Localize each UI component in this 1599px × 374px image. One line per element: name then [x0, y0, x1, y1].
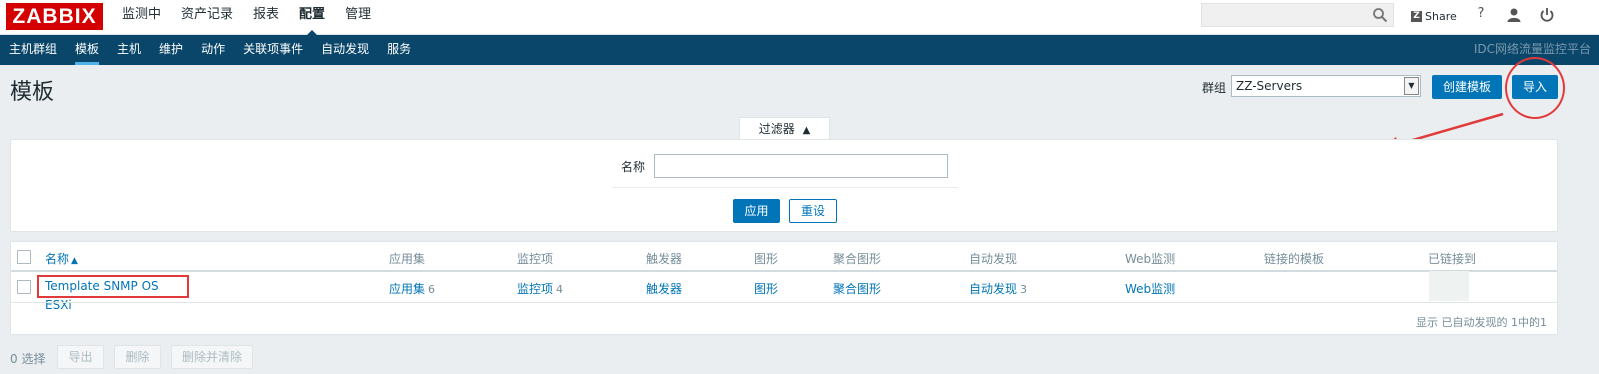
user-icon[interactable] — [1505, 6, 1523, 24]
discovery-cell[interactable]: 自动发现 3 — [969, 280, 1027, 297]
share-link[interactable]: Z Share — [1411, 7, 1457, 25]
table-summary: 显示 已自动发现的 1中的1 — [1416, 316, 1547, 329]
menu-configuration[interactable]: 配置 — [289, 0, 335, 36]
apply-button[interactable]: 应用 — [733, 199, 780, 223]
subnav-actions[interactable]: 动作 — [192, 35, 234, 65]
menu-administration[interactable]: 管理 — [335, 0, 381, 35]
screens-link[interactable]: 聚合图形 — [833, 280, 881, 297]
filter-tab[interactable]: 过滤器 ▲ — [739, 117, 830, 140]
applications-link[interactable]: 应用集 — [389, 282, 425, 296]
search-icon[interactable] — [1372, 7, 1388, 23]
column-header-web: Web监测 — [1125, 252, 1176, 266]
column-header-screens: 聚合图形 — [833, 252, 882, 266]
page-title: 模板 — [10, 80, 55, 105]
delete-button[interactable]: 删除 — [114, 345, 161, 369]
caret-up-icon: ▲ — [802, 125, 811, 136]
subnav-maintenance[interactable]: 维护 — [150, 35, 192, 65]
row-checkbox[interactable] — [17, 280, 31, 294]
column-header-linked-to: 已链接到 — [1428, 252, 1477, 266]
template-name-link[interactable]: Template SNMP OS ESXi — [37, 275, 189, 312]
filter-name-label: 名称 — [621, 160, 646, 174]
chevron-down-icon[interactable]: ▼ — [1404, 77, 1419, 95]
applications-cell[interactable]: 应用集 6 — [389, 280, 435, 297]
select-all-checkbox[interactable] — [17, 250, 31, 264]
subnav-host-groups[interactable]: 主机群组 — [0, 35, 66, 65]
main-menu: 监测中 资产记录 报表 配置 管理 — [112, 0, 381, 36]
export-button[interactable]: 导出 — [57, 345, 104, 369]
delete-and-clear-button[interactable]: 删除并清除 — [171, 345, 253, 369]
column-name-label: 名称 — [45, 252, 70, 266]
applications-count: 6 — [428, 283, 436, 296]
column-header-items: 监控项 — [517, 252, 554, 266]
linked-to-redacted — [1429, 271, 1469, 301]
sort-asc-icon: ▲ — [71, 256, 78, 266]
sub-navigation: 主机群组 模板 主机 维护 动作 关联项事件 自动发现 服务 IDC网络流量监控… — [0, 35, 1599, 65]
column-header-graphs: 图形 — [754, 252, 779, 266]
column-header-applications: 应用集 — [389, 252, 426, 266]
group-label: 群组 — [1202, 81, 1227, 95]
web-link[interactable]: Web监测 — [1125, 280, 1175, 297]
items-link[interactable]: 监控项 — [517, 282, 553, 296]
share-icon: Z — [1411, 10, 1422, 22]
subnav-discovery[interactable]: 自动发现 — [312, 35, 378, 65]
filter-tab-label: 过滤器 — [758, 122, 795, 136]
power-icon[interactable] — [1538, 6, 1556, 24]
column-header-discovery: 自动发现 — [969, 252, 1018, 266]
zabbix-logo[interactable]: ZABBIX — [6, 3, 103, 30]
global-search-input[interactable] — [1201, 3, 1394, 27]
filter-panel — [10, 139, 1558, 232]
help-icon[interactable]: ? — [1472, 6, 1490, 24]
subnav-services[interactable]: 服务 — [378, 35, 420, 65]
menu-inventory[interactable]: 资产记录 — [171, 0, 243, 35]
reset-button[interactable]: 重设 — [789, 199, 837, 223]
items-cell[interactable]: 监控项 4 — [517, 280, 563, 297]
filter-name-input[interactable] — [654, 154, 948, 178]
menu-monitoring[interactable]: 监测中 — [112, 0, 171, 35]
table-row-divider — [11, 302, 1557, 303]
column-header-triggers: 触发器 — [646, 252, 683, 266]
group-select[interactable]: ZZ-Servers ▼ — [1231, 75, 1421, 97]
items-count: 4 — [556, 283, 564, 296]
menu-reports[interactable]: 报表 — [243, 0, 289, 35]
group-select-value: ZZ-Servers — [1236, 79, 1303, 93]
column-header-name[interactable]: 名称 ▲ — [45, 250, 78, 267]
discovery-count: 3 — [1020, 283, 1028, 296]
templates-table — [10, 241, 1558, 335]
subnav-templates[interactable]: 模板 — [66, 35, 108, 65]
subnav-hosts[interactable]: 主机 — [108, 35, 150, 65]
top-header: ZABBIX 监测中 资产记录 报表 配置 管理 Z Share ? — [0, 0, 1599, 36]
subnav-correlation[interactable]: 关联项事件 — [234, 35, 312, 65]
discovery-link[interactable]: 自动发现 — [969, 282, 1017, 296]
triggers-link[interactable]: 触发器 — [646, 280, 682, 297]
share-label: Share — [1425, 9, 1457, 23]
table-header-divider — [11, 270, 1557, 272]
filter-divider — [612, 187, 958, 188]
column-header-linked-templates: 链接的模板 — [1264, 252, 1325, 266]
graphs-link[interactable]: 图形 — [754, 280, 778, 297]
annotation-circle — [1505, 57, 1565, 119]
selected-count: 0 选择 — [10, 352, 46, 366]
create-template-button[interactable]: 创建模板 — [1432, 75, 1502, 99]
